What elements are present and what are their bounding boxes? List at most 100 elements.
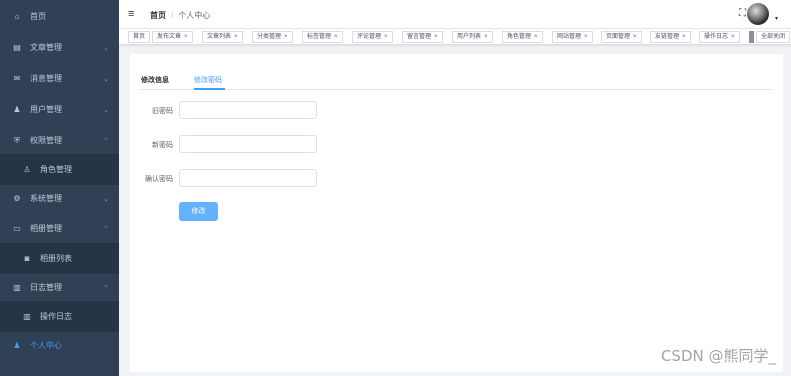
tag-label: 角色管理	[507, 34, 532, 40]
sidebar-item-label: 日志管理	[30, 283, 62, 292]
old-password-input[interactable]	[179, 101, 317, 119]
close-icon[interactable]: ×	[633, 34, 637, 40]
lock-icon: ⛨	[14, 135, 20, 145]
sidebar-item-album-list[interactable]: ◙ 相册列表	[0, 243, 119, 274]
operation-log-icon: ▥	[23, 312, 31, 321]
tag-label: 评论管理	[357, 34, 382, 40]
chevron-up-icon: ⌃	[103, 225, 109, 233]
close-icon[interactable]: ×	[184, 34, 188, 40]
sidebar-item-label: 首页	[30, 12, 46, 21]
close-icon[interactable]: ×	[284, 34, 288, 40]
sidebar-item-label: 用户管理	[30, 105, 62, 114]
chevron-down-icon: ⌄	[103, 195, 109, 203]
sidebar-item-label: 操作日志	[40, 312, 72, 321]
gear-icon: ⚙	[13, 194, 21, 203]
sidebar-item-label: 相册管理	[30, 224, 62, 233]
sidebar-item-albums[interactable]: ▭ 相册管理 ⌃	[0, 213, 119, 244]
old-password-label: 旧密码	[152, 108, 173, 115]
tag-label: 用户列表	[457, 34, 482, 40]
tab-change-password[interactable]: 修改密码	[194, 75, 222, 85]
breadcrumb: 首页 / 个人中心	[150, 10, 210, 21]
document-icon: ▤	[13, 43, 21, 52]
close-icon[interactable]: ×	[334, 34, 338, 40]
tag-label: 首页	[133, 34, 146, 40]
close-icon[interactable]: ×	[534, 34, 538, 40]
breadcrumb-separator: /	[171, 11, 174, 20]
user-icon: ♟	[13, 105, 21, 114]
tag-label: 友链管理	[655, 34, 680, 40]
hamburger-icon[interactable]: ≡	[128, 8, 134, 20]
sidebar-item-articles[interactable]: ▤ 文章管理 ⌄	[0, 32, 119, 63]
sidebar-item-messages[interactable]: ✉ 消息管理 ⌄	[0, 63, 119, 94]
close-icon[interactable]: ×	[384, 34, 388, 40]
chevron-up-icon: ⌃	[103, 284, 109, 292]
tags-view: 首页 发布文章 × 文章列表 × 分类管理 × 标签管理 × 评论管理 × 留言管理 × 用…	[119, 29, 791, 45]
confirm-password-input[interactable]	[179, 169, 317, 187]
sidebar-item-label: 系统管理	[30, 194, 62, 203]
breadcrumb-current: 个人中心	[178, 11, 211, 20]
tag-label: 标签管理	[307, 34, 332, 40]
close-icon[interactable]: ×	[584, 34, 588, 40]
sidebar-item-label: 相册列表	[40, 254, 72, 263]
tab-edit-info[interactable]: 修改信息	[141, 75, 169, 85]
submit-button[interactable]: 修改	[179, 202, 218, 221]
tag-friend-links[interactable]: 友链管理 ×	[650, 31, 691, 43]
sidebar-item-operation-log[interactable]: ▥ 操作日志	[0, 301, 119, 332]
tag-messages[interactable]: 留言管理 ×	[402, 31, 443, 43]
tag-operation-log[interactable]: 操作日志 ×	[699, 31, 740, 43]
sidebar: ⌂ 首页 ▤ 文章管理 ⌄ ✉ 消息管理 ⌄ ♟ 用户管理 ⌄ ⛨ 权限管理 ⌃…	[0, 0, 119, 376]
tag-label: 发布文章	[157, 34, 182, 40]
tag-roles[interactable]: 角色管理 ×	[502, 31, 543, 43]
chevron-up-icon: ⌃	[103, 137, 109, 145]
tag-comments[interactable]: 评论管理 ×	[352, 31, 393, 43]
new-password-input[interactable]	[179, 135, 317, 153]
message-icon: ✉	[13, 74, 21, 83]
sidebar-item-profile[interactable]: ♟ 个人中心	[0, 330, 119, 361]
tag-article-list[interactable]: 文章列表 ×	[202, 31, 243, 43]
people-icon: ♙	[23, 165, 31, 174]
tag-category[interactable]: 分类管理 ×	[252, 31, 293, 43]
sidebar-item-label: 消息管理	[30, 74, 62, 83]
close-icon[interactable]: ×	[434, 34, 438, 40]
tag-label: 留言管理	[407, 34, 432, 40]
tag-label: 页面管理	[606, 34, 631, 40]
album-icon: ▭	[13, 224, 21, 233]
sidebar-item-label: 角色管理	[40, 165, 72, 174]
close-icon[interactable]: ×	[484, 34, 488, 40]
close-all-button[interactable]: 全部关闭	[756, 31, 791, 43]
tag-home[interactable]: 首页	[128, 31, 151, 43]
watermark: CSDN @熊同学_	[660, 347, 776, 365]
tag-label: 操作日志	[704, 34, 729, 40]
sidebar-item-system[interactable]: ⚙ 系统管理 ⌄	[0, 183, 119, 214]
log-icon: ▥	[13, 283, 21, 292]
tag-label: 文章列表	[207, 34, 232, 40]
close-icon[interactable]: ×	[731, 34, 735, 40]
avatar[interactable]	[747, 3, 769, 25]
caret-down-icon[interactable]: ▾	[775, 15, 778, 22]
tab-bar: 修改信息 修改密码	[140, 68, 773, 90]
sidebar-item-home[interactable]: ⌂ 首页	[0, 1, 119, 32]
tag-pages[interactable]: 页面管理 ×	[601, 31, 642, 43]
breadcrumb-home[interactable]: 首页	[150, 11, 166, 20]
sidebar-item-users[interactable]: ♟ 用户管理 ⌄	[0, 94, 119, 125]
top-navbar: ≡ 首页 / 个人中心 ⛶ ▾	[119, 0, 791, 29]
tag-publish-article[interactable]: 发布文章 ×	[152, 31, 193, 43]
tag-user-list[interactable]: 用户列表 ×	[452, 31, 493, 43]
close-icon[interactable]: ×	[234, 34, 238, 40]
close-icon[interactable]: ×	[682, 34, 686, 40]
sidebar-item-label: 权限管理	[30, 136, 62, 145]
sidebar-item-label: 个人中心	[30, 341, 62, 350]
home-icon: ⌂	[14, 12, 20, 21]
tag-label: 网站管理	[557, 34, 582, 40]
chevron-down-icon: ⌄	[103, 75, 109, 83]
tag-website[interactable]: 网站管理 ×	[552, 31, 593, 43]
active-tab-indicator	[194, 88, 225, 90]
sidebar-item-roles[interactable]: ♙ 角色管理	[0, 154, 119, 185]
sidebar-item-logs[interactable]: ▥ 日志管理 ⌃	[0, 272, 119, 303]
fullscreen-icon[interactable]: ⛶	[739, 8, 746, 19]
tag-tags[interactable]: 标签管理 ×	[302, 31, 343, 43]
sidebar-item-permissions[interactable]: ⛨ 权限管理 ⌃	[0, 125, 119, 156]
chevron-down-icon: ⌄	[103, 44, 109, 52]
scroll-handle[interactable]	[749, 31, 754, 43]
profile-card: 修改信息 修改密码 旧密码 新密码 确认密码 修改	[130, 54, 783, 372]
